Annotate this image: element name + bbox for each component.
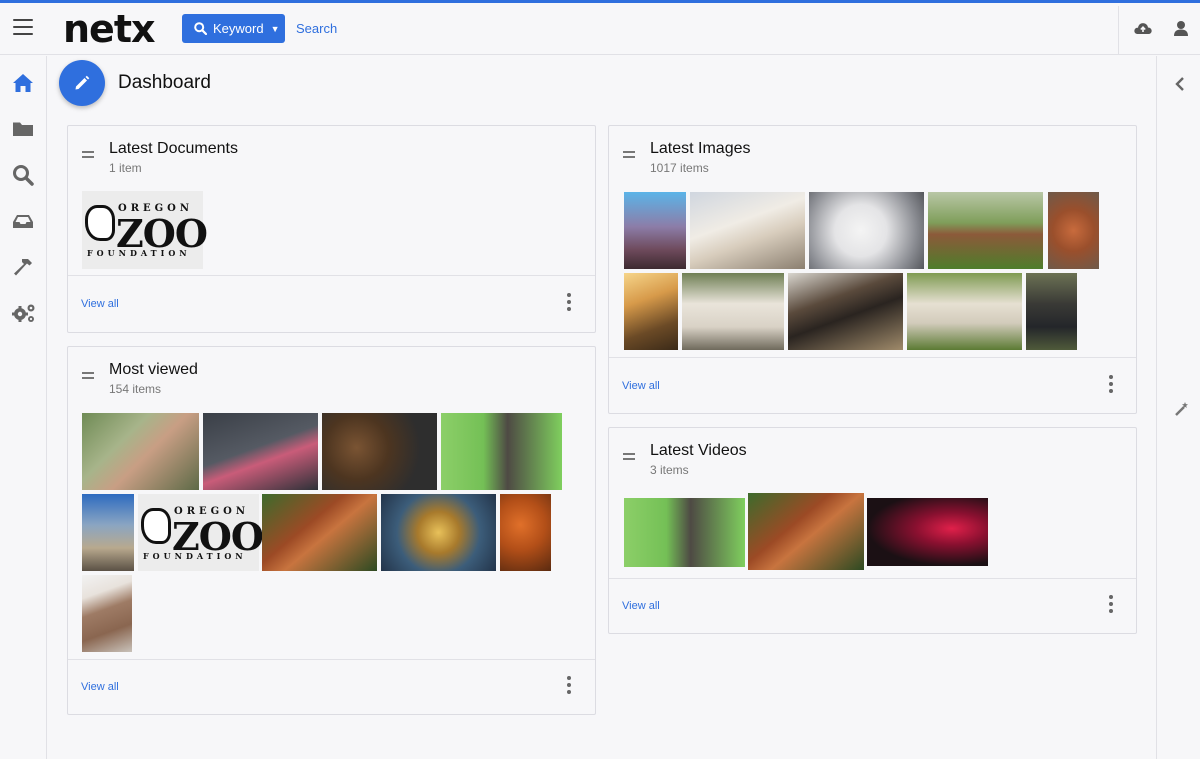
card-title: Most viewed (109, 361, 198, 378)
image-thumbnail-sloth[interactable] (82, 575, 132, 652)
more-options-icon[interactable] (564, 293, 574, 313)
search-icon (194, 22, 207, 35)
card-title: Latest Images (650, 140, 751, 157)
elephant-logo-mark (85, 205, 115, 241)
latest-images-card: Latest Images 1017 items View all (608, 125, 1137, 414)
card-title: Latest Videos (650, 442, 747, 459)
drag-handle-icon[interactable] (623, 453, 635, 461)
image-thumbnail-sheep-flock[interactable] (907, 273, 1022, 350)
card-footer: View all (609, 357, 1136, 413)
view-all-link[interactable]: View all (81, 681, 119, 693)
page-title: Dashboard (118, 72, 211, 93)
logo-foundation-text: FOUNDATION (87, 248, 191, 258)
card-item-count: 1017 items (650, 161, 709, 175)
image-thumbnail-sheep[interactable] (682, 273, 784, 350)
image-thumbnail-monkey[interactable] (82, 413, 199, 490)
more-options-icon[interactable] (1106, 595, 1116, 615)
search-icon[interactable] (11, 163, 35, 187)
pencil-icon (75, 75, 90, 90)
edit-dashboard-button[interactable] (59, 60, 105, 106)
document-thumbnail-oregon-zoo[interactable]: OREGON ZOO FOUNDATION (82, 191, 208, 269)
image-thumbnail-bread[interactable] (322, 413, 437, 490)
inbox-icon[interactable] (11, 209, 35, 233)
search-input[interactable] (290, 14, 590, 43)
card-item-count: 154 items (109, 382, 162, 396)
keyword-label: Keyword (213, 21, 264, 36)
card-footer: View all (68, 659, 595, 714)
image-thumbnail-church[interactable] (624, 192, 686, 269)
image-thumbnail-chimpanzee[interactable] (441, 413, 562, 490)
view-all-link[interactable]: View all (622, 600, 660, 612)
elephant-logo-mark (141, 508, 171, 544)
hammer-icon[interactable] (11, 255, 35, 279)
image-thumbnail-oregon-zoo[interactable]: OREGON ZOO FOUNDATION (138, 494, 264, 571)
card-footer: View all (609, 578, 1136, 633)
card-item-count: 1 item (109, 161, 142, 175)
image-thumbnail-gorilla[interactable] (1026, 273, 1077, 350)
card-footer: View all (68, 275, 595, 332)
view-all-link[interactable]: View all (622, 380, 660, 392)
caret-down-icon: ▼ (270, 23, 280, 34)
video-thumbnail-red-panda[interactable] (748, 493, 864, 570)
keyword-search-type-button[interactable]: Keyword ▼ (182, 14, 285, 43)
video-thumbnail-ted-talk[interactable] (867, 498, 988, 566)
top-bar: netx Keyword ▼ (0, 3, 1200, 55)
image-thumbnail-cow[interactable] (928, 192, 1043, 269)
image-thumbnail-white-cat[interactable] (809, 192, 924, 269)
card-title: Latest Documents (109, 140, 238, 157)
chevron-left-icon[interactable] (1174, 76, 1186, 92)
toolbar-divider (1118, 6, 1119, 55)
drag-handle-icon[interactable] (82, 372, 94, 380)
latest-documents-card: Latest Documents 1 item OREGON ZOO FOUND… (67, 125, 596, 333)
image-thumbnail-chicks[interactable] (788, 273, 903, 350)
view-all-link[interactable]: View all (81, 298, 119, 310)
most-viewed-card: Most viewed 154 items OREGON ZOO FOUNDAT… (67, 346, 596, 715)
left-navigation (0, 56, 47, 759)
menu-icon[interactable] (13, 19, 33, 37)
logo-foundation-text: FOUNDATION (143, 551, 247, 561)
image-thumbnail-chickens[interactable] (1048, 192, 1099, 269)
video-thumbnail-chimpanzee[interactable] (624, 498, 745, 567)
magic-wand-icon[interactable] (1174, 401, 1190, 417)
card-item-count: 3 items (650, 463, 689, 477)
folder-icon[interactable] (11, 117, 35, 141)
right-rail (1156, 56, 1200, 759)
home-icon[interactable] (11, 71, 35, 95)
latest-videos-card: Latest Videos 3 items View all (608, 427, 1137, 634)
image-thumbnail-dome-ceiling[interactable] (381, 494, 496, 571)
gears-icon[interactable] (11, 301, 35, 325)
image-thumbnail-pumpkins[interactable] (500, 494, 551, 571)
more-options-icon[interactable] (564, 676, 574, 696)
image-thumbnail-lamb[interactable] (690, 192, 805, 269)
image-thumbnail-red-panda[interactable] (262, 494, 377, 571)
image-thumbnail-puppy[interactable] (203, 413, 318, 490)
user-icon[interactable] (1172, 19, 1192, 39)
image-thumbnail-horse[interactable] (624, 273, 678, 350)
drag-handle-icon[interactable] (623, 151, 635, 159)
netx-logo[interactable]: netx (63, 10, 156, 48)
more-options-icon[interactable] (1106, 375, 1116, 395)
cloud-upload-icon[interactable] (1133, 19, 1153, 39)
image-thumbnail-cathedral[interactable] (82, 494, 134, 571)
drag-handle-icon[interactable] (82, 151, 94, 159)
